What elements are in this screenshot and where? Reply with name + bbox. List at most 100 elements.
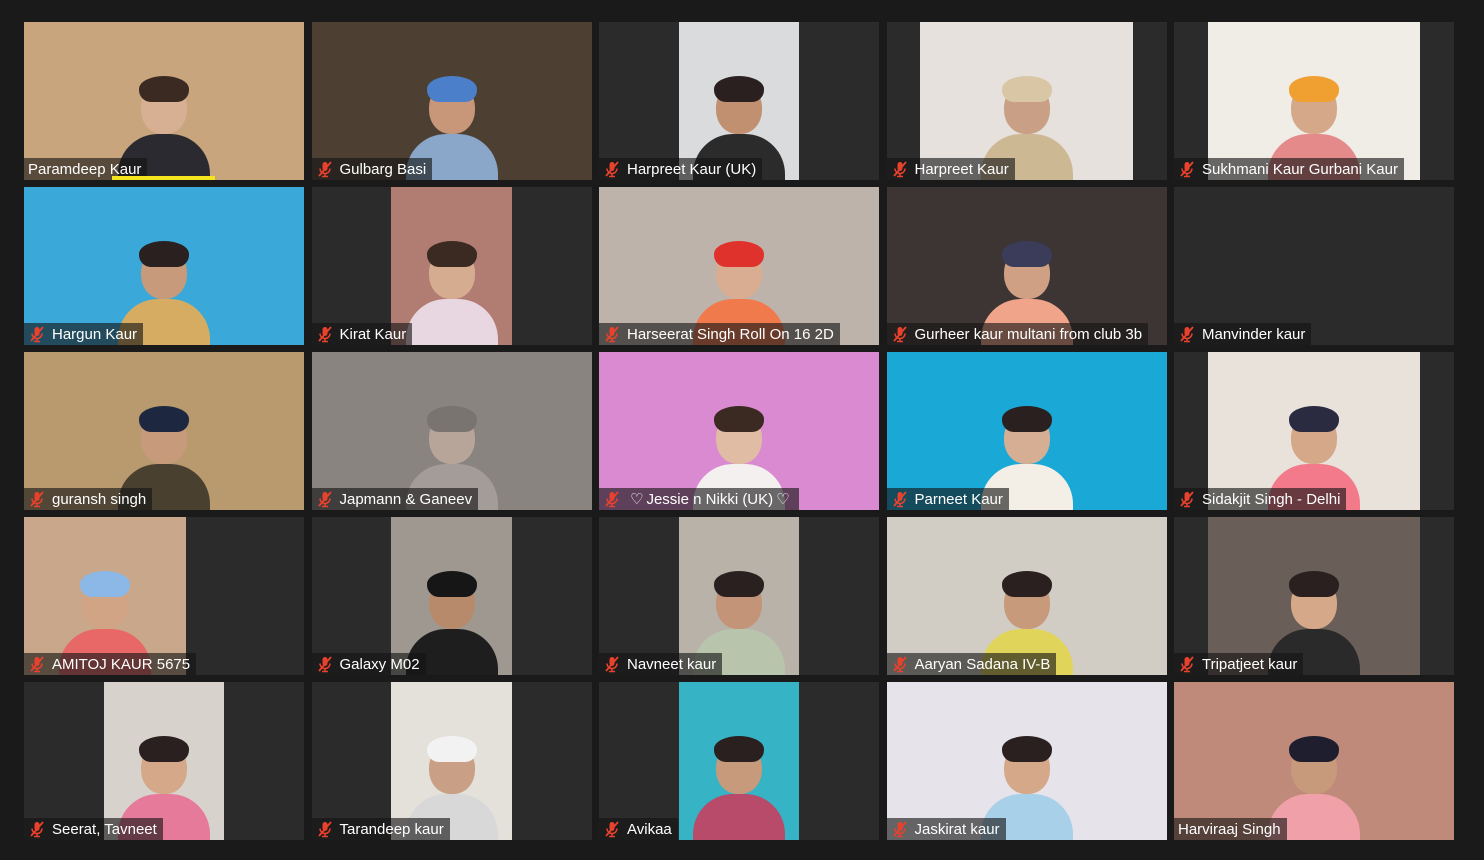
participant-name-label: Kirat Kaur [311, 323, 413, 345]
participant-name: Harseerat Singh Roll On 16 2D [627, 325, 834, 343]
muted-microphone-icon [605, 161, 619, 178]
participant-tile[interactable]: Avikaa [599, 682, 879, 840]
participant-tile[interactable]: Tripatjeet kaur [1174, 517, 1454, 675]
participant-tile[interactable]: Seerat, Tavneet [24, 682, 304, 840]
participant-name: Jaskirat kaur [914, 820, 1000, 838]
participant-video [678, 682, 800, 840]
participant-tile[interactable]: Harpreet Kaur (UK) [599, 22, 879, 180]
participant-tile[interactable]: Harseerat Singh Roll On 16 2D [599, 187, 879, 345]
participant-tile[interactable]: AMITOJ KAUR 5675 [24, 517, 304, 675]
participant-tile[interactable]: Tarandeep kaur [311, 682, 592, 840]
participant-tile[interactable]: Hargun Kaur [24, 187, 304, 345]
participant-video [24, 352, 304, 510]
participant-tile[interactable]: Harpreet Kaur [886, 22, 1167, 180]
participant-name-label: Gurheer kaur multani from club 3b [886, 323, 1149, 345]
participant-tile[interactable]: Gulbarg Basi [311, 22, 592, 180]
participant-name-label: Sidakjit Singh - Delhi [1174, 488, 1347, 510]
muted-microphone-icon [30, 491, 44, 508]
muted-microphone-icon [1180, 161, 1194, 178]
participant-video [678, 517, 800, 675]
participant-name-label: Galaxy M02 [311, 653, 426, 675]
participant-name: Parneet Kaur [914, 490, 1003, 508]
muted-microphone-icon [605, 326, 619, 343]
muted-microphone-icon [892, 161, 907, 178]
muted-microphone-icon [605, 491, 619, 508]
participant-name: Manvinder kaur [1202, 325, 1306, 343]
participant-figure [405, 241, 498, 345]
participant-name: Avikaa [627, 820, 672, 838]
participant-tile[interactable]: Sidakjit Singh - Delhi [1174, 352, 1454, 510]
muted-microphone-icon [1180, 656, 1194, 673]
video-gallery: Paramdeep Kaur Gulbarg Basi Harpreet Kaur … [24, 22, 1454, 840]
participant-name: Hargun Kaur [52, 325, 138, 343]
participant-name-label: Aaryan Sadana IV-B [886, 653, 1057, 675]
participant-tile[interactable]: Manvinder kaur [1174, 187, 1454, 345]
participant-name-label: Harpreet Kaur [886, 158, 1015, 180]
participant-name: Tripatjeet kaur [1202, 655, 1298, 673]
participant-name: AMITOJ KAUR 5675 [52, 655, 191, 673]
participant-name-label: guransh singh [24, 488, 153, 510]
participant-tile[interactable]: Kirat Kaur [311, 187, 592, 345]
participant-video [886, 187, 1167, 345]
participant-tile[interactable]: Aaryan Sadana IV-B [886, 517, 1167, 675]
participant-name-label: Gulbarg Basi [311, 158, 433, 180]
participant-tile[interactable]: guransh singh [24, 352, 304, 510]
participant-tile[interactable]: Jaskirat kaur [886, 682, 1167, 840]
participant-video [1207, 22, 1421, 180]
participant-name-label: Navneet kaur [599, 653, 723, 675]
participant-tile[interactable]: Navneet kaur [599, 517, 879, 675]
participant-name-label: Parneet Kaur [886, 488, 1009, 510]
participant-name: Sidakjit Singh - Delhi [1202, 490, 1341, 508]
participant-video [391, 187, 512, 345]
participant-figure [693, 736, 785, 840]
participant-video [599, 187, 879, 345]
participant-tile[interactable]: Galaxy M02 [311, 517, 592, 675]
participant-tile[interactable]: Sukhmani Kaur Gurbani Kaur [1174, 22, 1454, 180]
participant-name: Harpreet Kaur [914, 160, 1009, 178]
participant-video [886, 682, 1167, 840]
heart-icon: ♡ [630, 491, 644, 508]
participant-name: Sukhmani Kaur Gurbani Kaur [1202, 160, 1398, 178]
participant-tile[interactable]: ♡ Jessie n Nikki (UK) ♡ [599, 352, 879, 510]
participant-name: Jessie n Nikki (UK) [646, 490, 774, 508]
participant-video [1174, 682, 1454, 840]
participant-video [311, 22, 592, 180]
participant-tile[interactable]: Gurheer kaur multani from club 3b [886, 187, 1167, 345]
active-speaker-indicator [112, 176, 215, 180]
participant-name-label: ♡ Jessie n Nikki (UK) ♡ [599, 488, 799, 510]
participant-tile[interactable]: Harviraaj Singh [1174, 682, 1454, 840]
muted-microphone-icon [317, 326, 332, 343]
muted-microphone-icon [892, 326, 907, 343]
muted-microphone-icon [30, 821, 44, 838]
muted-microphone-icon [892, 821, 907, 838]
participant-name-label: Harpreet Kaur (UK) [599, 158, 763, 180]
participant-video [678, 22, 800, 180]
muted-microphone-icon [1180, 326, 1194, 343]
participant-tile[interactable]: Paramdeep Kaur [24, 22, 304, 180]
participant-name: Gurheer kaur multani from club 3b [914, 325, 1143, 343]
participant-video [24, 187, 304, 345]
participant-name: Galaxy M02 [339, 655, 420, 673]
participant-video [1207, 352, 1421, 510]
participant-name: Paramdeep Kaur [28, 160, 142, 178]
participant-video [391, 682, 512, 840]
muted-microphone-icon [605, 821, 619, 838]
participant-name: Japmann & Ganeev [339, 490, 473, 508]
participant-name-label: Hargun Kaur [24, 323, 144, 345]
participant-tile[interactable]: Japmann & Ganeev [311, 352, 592, 510]
muted-microphone-icon [317, 656, 332, 673]
participant-name-label: Harviraaj Singh [1174, 818, 1287, 840]
participant-video [391, 517, 512, 675]
participant-video [103, 682, 225, 840]
participant-tile[interactable]: Parneet Kaur [886, 352, 1167, 510]
participant-name-label: AMITOJ KAUR 5675 [24, 653, 197, 675]
participant-video [24, 517, 187, 675]
participant-video [311, 352, 592, 510]
participant-video [24, 22, 304, 180]
participant-name: Aaryan Sadana IV-B [914, 655, 1051, 673]
muted-microphone-icon [892, 491, 907, 508]
participant-name-label: Avikaa [599, 818, 678, 840]
participant-name-label: Manvinder kaur [1174, 323, 1312, 345]
participant-video [920, 22, 1133, 180]
participant-name-label: Harseerat Singh Roll On 16 2D [599, 323, 840, 345]
